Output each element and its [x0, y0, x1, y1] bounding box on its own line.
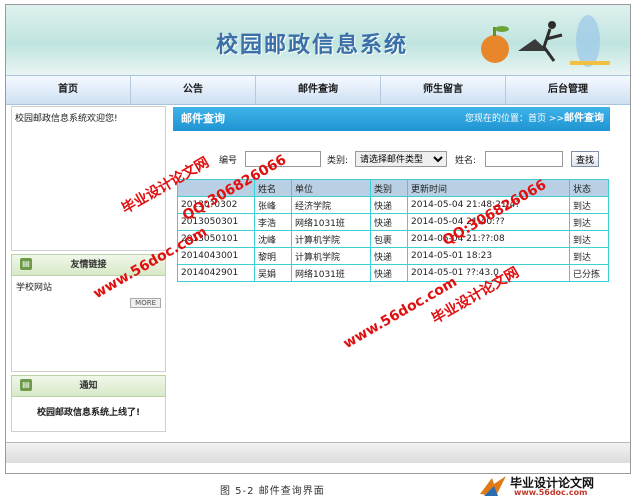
brand-logo: 毕业设计论文网 www.56doc.com — [478, 474, 634, 498]
welcome-panel: 校园邮政信息系统欢迎您! — [11, 106, 166, 251]
nav-home[interactable]: 首页 — [6, 76, 131, 104]
banner-illustration-icon — [481, 15, 610, 67]
cell-status: 到达 — [569, 247, 609, 265]
cell-type: 快递 — [370, 247, 408, 265]
search-form: 编号 类别: 请选择邮件类型 姓名: 查找 — [187, 151, 607, 171]
watermark-site-2: www.56doc.com — [340, 273, 460, 353]
sidebar: 校园邮政信息系统欢迎您! ▤ 友情链接 学校网站 MORE ▤ 通知 校园邮政信… — [11, 106, 166, 432]
nav-messages[interactable]: 师生留言 — [381, 76, 506, 104]
cell-time: 2014-05-01 18:23 — [407, 247, 570, 265]
id-input[interactable] — [245, 151, 321, 167]
col-header-status: 状态 — [569, 179, 609, 197]
cell-id: 2013050101 — [177, 230, 255, 248]
mail-table: 姓名 单位 类别 更新时间 状态 20130?0302 张峰 经济学院 快递 2… — [177, 179, 609, 282]
cell-status: 到达 — [569, 230, 609, 248]
breadcrumb: 您现在的位置：首页 >>邮件查询 — [465, 107, 604, 131]
page-title: 邮件查询 — [181, 112, 225, 125]
links-panel: 学校网站 MORE — [11, 276, 166, 372]
cell-name: 黎明 — [254, 247, 292, 265]
nav-mail-query[interactable]: 邮件查询 — [256, 76, 381, 104]
cell-type: 包裹 — [370, 230, 408, 248]
links-heading: ▤ 友情链接 — [11, 254, 166, 276]
cell-unit: 网络1031班 — [291, 264, 371, 282]
figure-caption: 图 5-2 邮件查询界面 — [220, 486, 325, 497]
cell-time: 2014-05-04 21:40:?? — [407, 213, 570, 231]
col-header-id — [177, 179, 255, 197]
cell-status: 到达 — [569, 213, 609, 231]
col-header-type: 类别 — [370, 179, 408, 197]
search-button[interactable]: 查找 — [571, 151, 600, 167]
header-banner: 校园邮政信息系统 — [6, 5, 630, 75]
cell-id: 2014042901 — [177, 264, 255, 282]
cell-name: 吴娟 — [254, 264, 292, 282]
app-window: 校园邮政信息系统 首页 公告 邮件查询 师生留言 后台管理 校园邮政信息系统欢迎… — [5, 4, 631, 474]
table-row[interactable]: 2014042901 吴娟 网络1031班 快递 2014-05-01 ??:4… — [177, 264, 609, 282]
notice-panel: 校园邮政信息系统上线了! — [11, 397, 166, 432]
type-label: 类别: — [327, 156, 349, 166]
cell-unit: 经济学院 — [291, 196, 371, 214]
cell-time: 2014-05-01 ??:43.0 — [407, 264, 570, 282]
cell-name: 张峰 — [254, 196, 292, 214]
cell-name: 李浩 — [254, 213, 292, 231]
main-nav: 首页 公告 邮件查询 师生留言 后台管理 — [6, 75, 630, 105]
logo-url: www.56doc.com — [514, 488, 588, 497]
cell-id: 2013050301 — [177, 213, 255, 231]
name-label: 姓名: — [455, 156, 477, 166]
type-select[interactable]: 请选择邮件类型 — [355, 151, 447, 167]
welcome-text: 校园邮政信息系统欢迎您! — [15, 114, 118, 124]
main-content: 邮件查询 您现在的位置：首页 >>邮件查询 编号 类别: 请选择邮件类型 姓名:… — [173, 107, 610, 282]
cell-unit: 计算机学院 — [291, 230, 371, 248]
links-heading-label: 友情链接 — [70, 260, 107, 270]
notice-heading-label: 通知 — [79, 381, 98, 391]
notice-heading: ▤ 通知 — [11, 375, 166, 397]
col-header-unit: 单位 — [291, 179, 371, 197]
footer-bar — [6, 442, 630, 463]
cell-id: 2014043001 — [177, 247, 255, 265]
table-row[interactable]: 2013050301 李浩 网络1031班 快递 2014-05-04 21:4… — [177, 213, 609, 231]
cell-type: 快递 — [370, 264, 408, 282]
table-row[interactable]: 2013050101 沈峰 计算机学院 包裹 2014-05-04 21:??:… — [177, 230, 609, 248]
site-title: 校园邮政信息系统 — [216, 32, 409, 58]
cell-status: 已分拣 — [569, 264, 609, 282]
logo-icon — [480, 476, 506, 496]
nav-announcements[interactable]: 公告 — [131, 76, 256, 104]
cell-name: 沈峰 — [254, 230, 292, 248]
cell-unit: 计算机学院 — [291, 247, 371, 265]
breadcrumb-current: 邮件查询 — [564, 113, 604, 124]
breadcrumb-prefix: 您现在的位置：首页 >> — [465, 114, 564, 124]
cell-unit: 网络1031班 — [291, 213, 371, 231]
col-header-time: 更新时间 — [407, 179, 570, 197]
cell-time: 2014-05-04 21:48:21.4? — [407, 196, 570, 214]
cell-status: 到达 — [569, 196, 609, 214]
notice-text[interactable]: 校园邮政信息系统上线了! — [37, 408, 140, 418]
cell-id: 20130?0302 — [177, 196, 255, 214]
name-input[interactable] — [485, 151, 563, 167]
link-school-site[interactable]: 学校网站 — [16, 283, 52, 293]
table-header-row: 姓名 单位 类别 更新时间 状态 — [177, 179, 609, 197]
table-row[interactable]: 2014043001 黎明 计算机学院 快递 2014-05-01 18:23 … — [177, 247, 609, 265]
table-row[interactable]: 20130?0302 张峰 经济学院 快递 2014-05-04 21:48:2… — [177, 196, 609, 214]
cell-time: 2014-05-04 21:??:08 — [407, 230, 570, 248]
nav-admin[interactable]: 后台管理 — [506, 76, 630, 104]
cell-type: 快递 — [370, 196, 408, 214]
id-label: 编号 — [219, 156, 238, 166]
content-header: 邮件查询 您现在的位置：首页 >>邮件查询 — [173, 107, 610, 131]
col-header-name: 姓名 — [254, 179, 292, 197]
more-button[interactable]: MORE — [130, 298, 161, 308]
cell-type: 快递 — [370, 213, 408, 231]
